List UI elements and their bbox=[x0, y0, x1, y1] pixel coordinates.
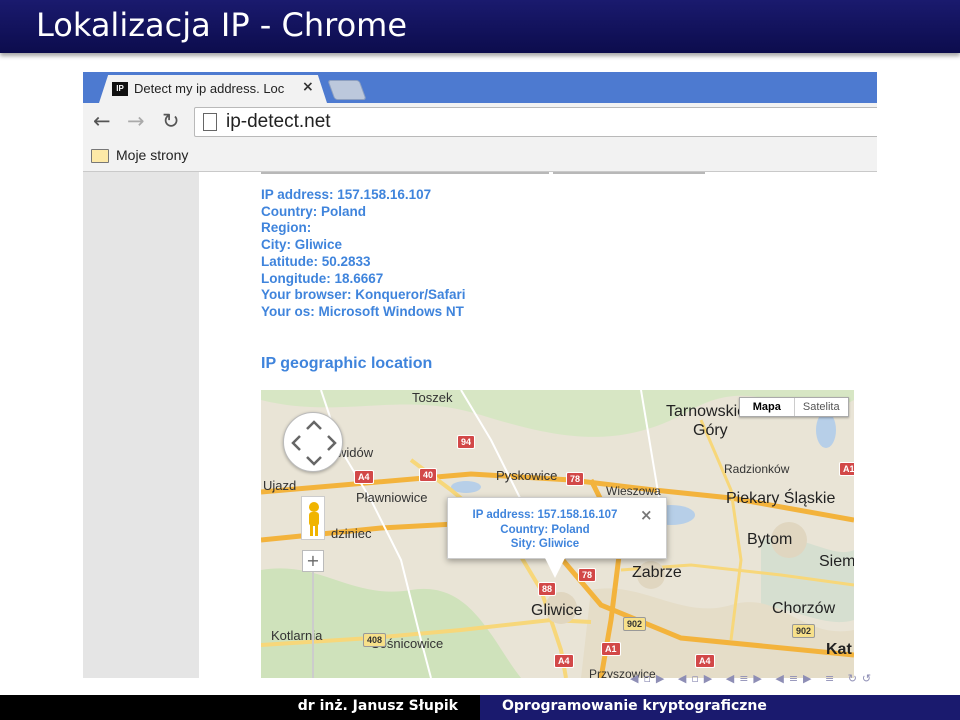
map-place: Radzionków bbox=[724, 462, 790, 476]
divider bbox=[261, 172, 549, 174]
footer-author: dr inż. Janusz Słupik bbox=[297, 698, 458, 714]
map-place: Chorzów bbox=[772, 600, 836, 617]
page-content: IP address: 157.158.16.107 Country: Pola… bbox=[83, 172, 877, 678]
favicon-icon: IP bbox=[112, 82, 128, 96]
info-line: Latitude: 50.2833 bbox=[261, 253, 371, 269]
info-line: Your os: Microsoft Windows NT bbox=[261, 303, 464, 319]
map-place: Tarnowskie bbox=[666, 403, 747, 420]
map-place: Pyskowice bbox=[496, 468, 558, 483]
map-type-mapa-button[interactable]: Mapa bbox=[740, 398, 795, 416]
map-place: Pławniowice bbox=[356, 490, 428, 505]
map-place: Góry bbox=[693, 422, 728, 439]
zoom-slider-track[interactable] bbox=[312, 572, 314, 678]
map-place: Kat bbox=[826, 641, 852, 658]
map-place: Toszek bbox=[412, 390, 453, 405]
back-arrow-icon[interactable]: ← bbox=[93, 110, 111, 132]
info-line: Country: Poland bbox=[261, 203, 366, 219]
tab-close-icon[interactable]: × bbox=[302, 79, 314, 95]
slide: Lokalizacja IP - Chrome IP Detect my ip … bbox=[0, 0, 960, 720]
browser-toolbar: ← → ↻ ip-detect.net bbox=[83, 103, 877, 141]
bubble-close-icon[interactable]: × bbox=[640, 506, 653, 524]
road-shield: 78 bbox=[566, 472, 585, 486]
footer-course: Oprogramowanie kryptograficzne bbox=[502, 698, 767, 714]
bookmark-folder-moje-strony[interactable]: Moje strony bbox=[116, 147, 188, 163]
forward-arrow-icon[interactable]: → bbox=[127, 110, 145, 132]
map-type-control: Mapa Satelita bbox=[739, 397, 849, 417]
beamer-navigation-icons[interactable]: ◀▫▶ ◀▫▶ ◀≡▶ ◀≡▶ ≡ ↻↺ bbox=[630, 672, 876, 685]
zoom-in-button[interactable]: + bbox=[302, 550, 324, 572]
tab-title: Detect my ip address. Loc bbox=[134, 81, 285, 96]
road-shield: A4 bbox=[695, 654, 715, 668]
tab-strip: IP Detect my ip address. Loc × bbox=[83, 72, 877, 103]
info-line: IP address: 157.158.16.107 bbox=[261, 187, 432, 202]
street-view-pegman-icon[interactable] bbox=[301, 496, 325, 540]
map-place: Wieszowa bbox=[606, 484, 661, 498]
road-shield: 88 bbox=[538, 582, 557, 596]
google-map[interactable]: Toszek Tarnowskie Góry Radzionków Piekar… bbox=[261, 390, 854, 678]
page-icon bbox=[203, 113, 217, 131]
road-shield: 902 bbox=[792, 624, 816, 638]
bubble-tail bbox=[545, 558, 565, 578]
pan-control[interactable] bbox=[283, 412, 343, 472]
geo-location-heading: IP geographic location bbox=[261, 355, 433, 372]
bubble-text: IP address: 157.158.16.107 Country: Pola… bbox=[448, 508, 642, 552]
address-bar[interactable]: ip-detect.net bbox=[194, 107, 877, 137]
map-info-bubble: IP address: 157.158.16.107 Country: Pola… bbox=[447, 497, 667, 559]
map-place: Gliwice bbox=[531, 602, 583, 619]
left-gutter bbox=[83, 172, 199, 678]
bubble-line: Country: Poland bbox=[500, 523, 590, 536]
road-shield: A1 bbox=[601, 642, 621, 656]
folder-icon bbox=[91, 149, 109, 163]
road-shield: A1 bbox=[839, 462, 854, 476]
map-place: Bytom bbox=[747, 531, 793, 548]
road-shield: 78 bbox=[578, 568, 597, 582]
road-shield: 902 bbox=[623, 617, 647, 631]
bookmarks-bar: Moje strony bbox=[83, 141, 877, 172]
info-line: Region: bbox=[261, 220, 312, 236]
info-line: City: Gliwice bbox=[261, 237, 343, 253]
map-place: Kotlarnia bbox=[271, 628, 323, 643]
map-type-satelita-button[interactable]: Satelita bbox=[795, 398, 849, 416]
new-tab-button[interactable] bbox=[327, 80, 367, 100]
browser-tab[interactable]: IP Detect my ip address. Loc × bbox=[99, 75, 327, 103]
info-line: Longitude: 18.6667 bbox=[261, 270, 384, 286]
map-place: Piekary Śląskie bbox=[726, 490, 836, 507]
reload-icon[interactable]: ↻ bbox=[162, 110, 180, 132]
divider bbox=[553, 172, 705, 174]
bubble-line: IP address: 157.158.16.107 bbox=[472, 509, 618, 521]
bubble-line: Sity: Gliwice bbox=[510, 538, 580, 550]
map-place: dziniec bbox=[331, 526, 372, 541]
map-place: Ujazd bbox=[263, 478, 297, 493]
url-text: ip-detect.net bbox=[226, 111, 331, 132]
road-shield: 408 bbox=[363, 633, 387, 647]
map-place: Siem bbox=[819, 553, 854, 570]
map-place: Zabrze bbox=[632, 564, 682, 581]
footer-course-bar: Oprogramowanie kryptograficzne bbox=[480, 695, 960, 720]
footer-author-bar: dr inż. Janusz Słupik bbox=[0, 695, 480, 720]
slide-title: Lokalizacja IP - Chrome bbox=[36, 6, 408, 44]
road-shield: A4 bbox=[354, 470, 374, 484]
road-shield: 94 bbox=[457, 435, 476, 449]
browser-screenshot: IP Detect my ip address. Loc × ← → ↻ ip-… bbox=[83, 72, 877, 678]
ip-info-block: IP address: 157.158.16.107 Country: Pola… bbox=[261, 187, 466, 321]
road-shield: 40 bbox=[419, 468, 438, 482]
road-shield: A4 bbox=[554, 654, 574, 668]
slide-title-bar: Lokalizacja IP - Chrome bbox=[0, 0, 960, 53]
info-line: Your browser: Konqueror/Safari bbox=[261, 287, 466, 303]
pan-arrows-icon bbox=[291, 420, 337, 466]
